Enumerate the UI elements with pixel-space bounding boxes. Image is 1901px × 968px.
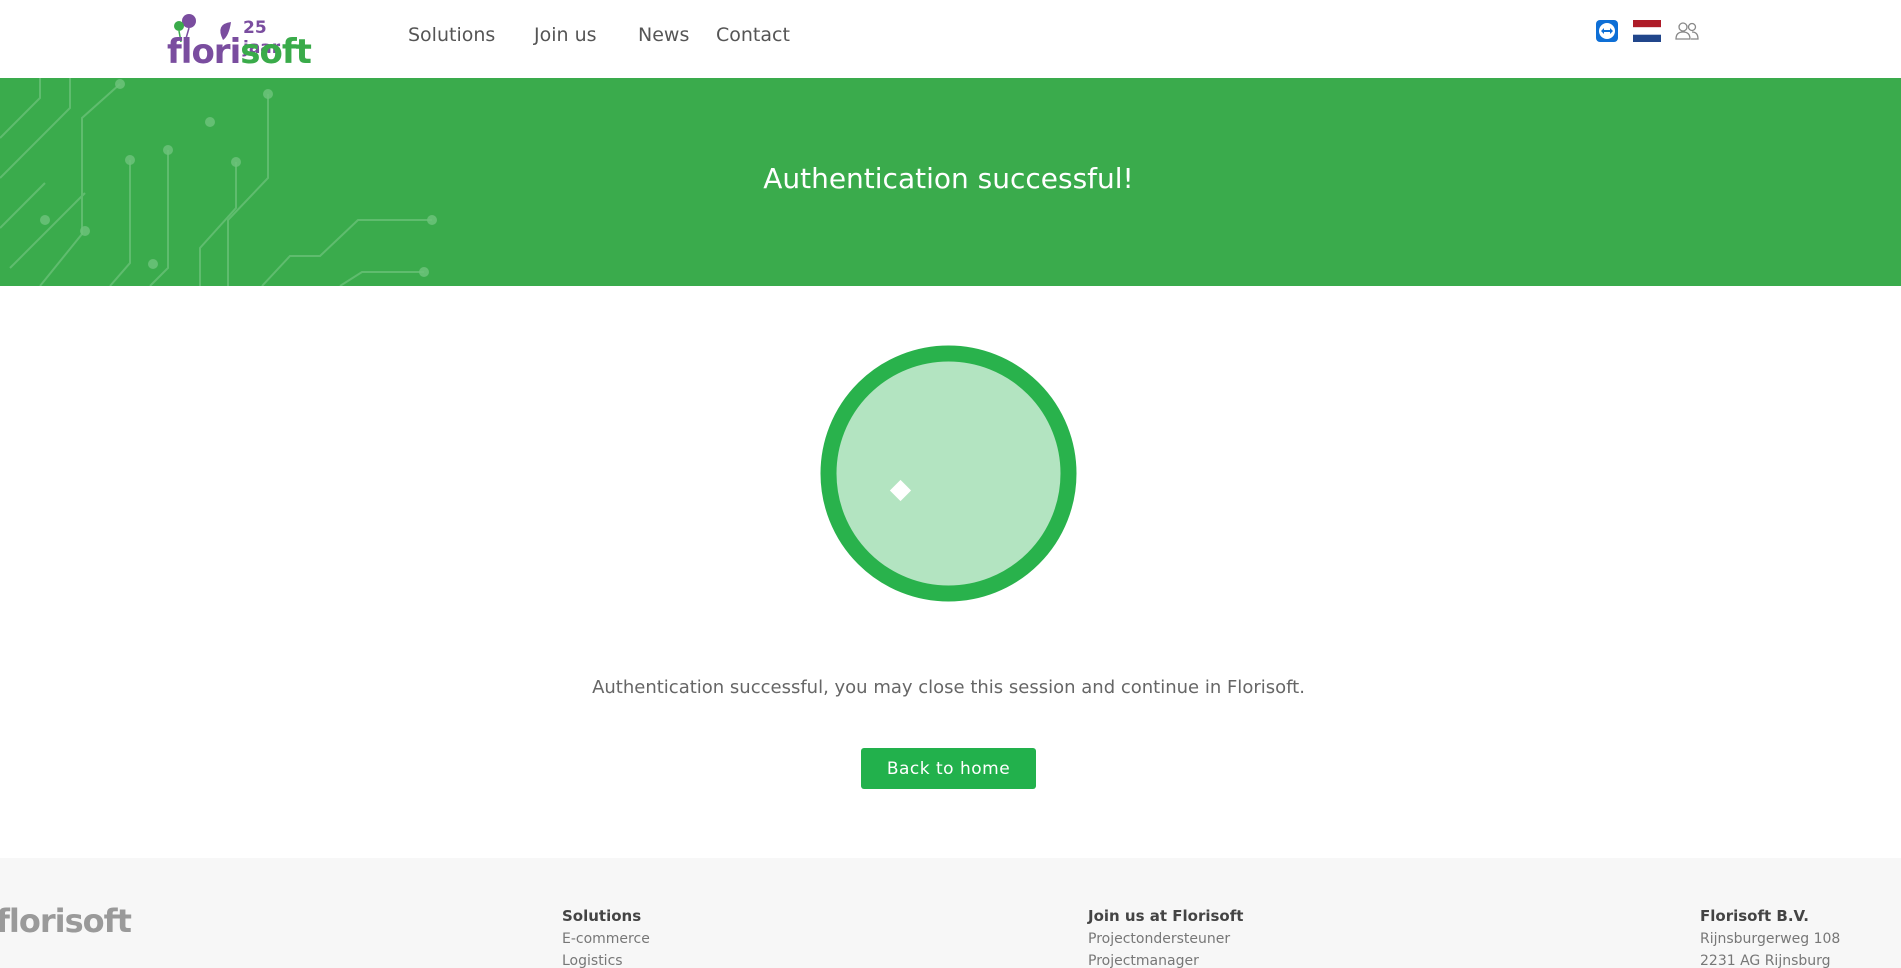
success-status-icon [820, 345, 1077, 602]
footer-company-heading: Florisoft B.V. [1700, 907, 1809, 925]
banner-title: Authentication successful! [763, 162, 1134, 195]
logo-wordmark-soft: soft [240, 32, 312, 72]
footer-link-projectmanager[interactable]: Projectmanager [1088, 953, 1243, 968]
footer-address-city: 2231 AG Rijnsburg [1700, 953, 1831, 968]
footer-link-logistics[interactable]: Logistics [562, 953, 650, 968]
back-to-home-button[interactable]: Back to home [861, 748, 1036, 789]
footer-logo[interactable]: florisoft [0, 902, 132, 940]
footer-link-ecommerce[interactable]: E-commerce [562, 931, 650, 947]
footer-address-street: Rijnsburgerweg 108 [1700, 931, 1841, 947]
nav-contact[interactable]: Contact [716, 24, 790, 46]
nav-join-us[interactable]: Join us [534, 24, 597, 46]
florisoft-logo[interactable]: 25 jaar florisoft [165, 12, 312, 72]
footer-join-column: Join us at Florisoft Projectondersteuner… [1088, 907, 1243, 968]
logo-wordmark-flori: flori [167, 32, 241, 72]
users-icon[interactable] [1674, 20, 1700, 47]
dutch-flag-icon[interactable] [1633, 20, 1661, 47]
footer-link-projectondersteuner[interactable]: Projectondersteuner [1088, 931, 1243, 947]
teamviewer-icon[interactable] [1596, 20, 1618, 47]
site-footer: florisoft Solutions E-commerce Logistics… [0, 858, 1901, 968]
site-header: 25 jaar florisoft Solutions Join us News… [0, 0, 1901, 78]
footer-join-heading: Join us at Florisoft [1088, 907, 1244, 925]
nav-solutions[interactable]: Solutions [408, 24, 495, 46]
nav-news[interactable]: News [638, 24, 689, 46]
logo-wordmark: florisoft [167, 32, 312, 72]
footer-solutions-column: Solutions E-commerce Logistics [562, 907, 650, 968]
footer-company-column: Florisoft B.V. Rijnsburgerweg 108 2231 A… [1700, 907, 1840, 968]
success-message: Authentication successful, you may close… [592, 677, 1305, 698]
footer-solutions-heading: Solutions [562, 907, 642, 925]
hero-banner: Authentication successful! [0, 78, 1901, 286]
